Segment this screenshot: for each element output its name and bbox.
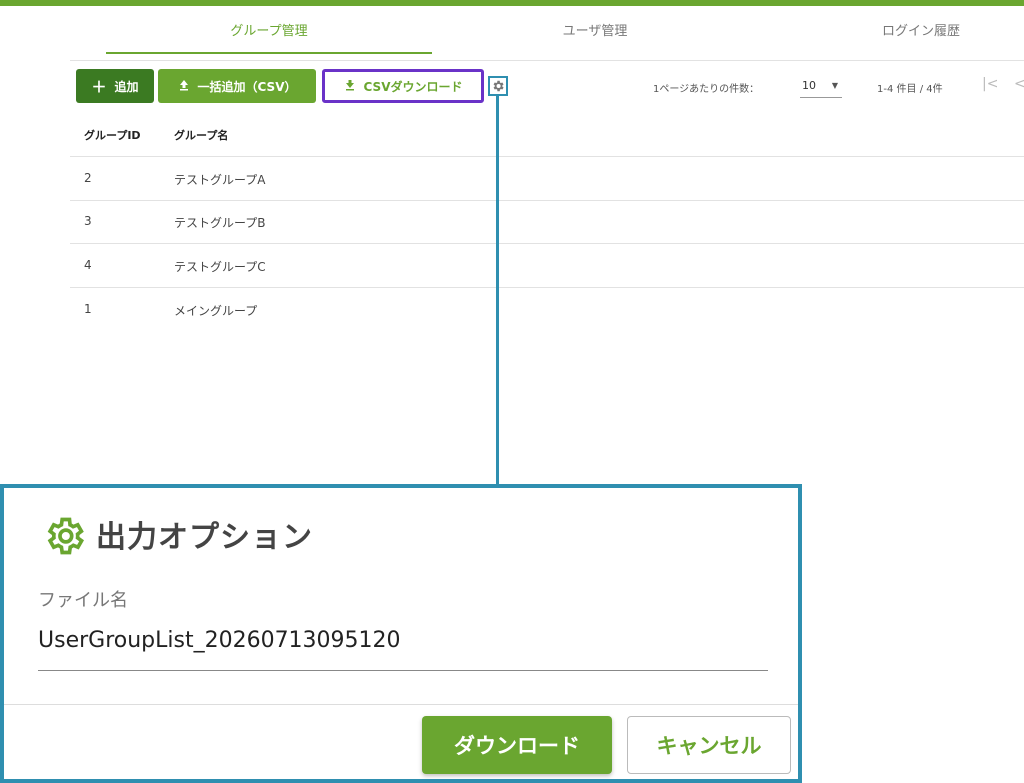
row-divider [70, 287, 1024, 288]
tab-group-management[interactable]: グループ管理 [106, 12, 432, 52]
table-row-name[interactable]: テストグループC [174, 258, 266, 275]
table-row-id: 3 [84, 214, 92, 228]
tab-bar: グループ管理 ユーザ管理 ログイン履歴 [0, 6, 1024, 62]
bulk-add-csv-button[interactable]: 一括追加（CSV） [158, 69, 316, 103]
download-icon [344, 79, 356, 94]
column-header-group-id[interactable]: グループID [84, 127, 141, 143]
file-name-input[interactable]: UserGroupList_20260713095120 [38, 628, 401, 653]
table-row-name[interactable]: テストグループA [174, 171, 266, 188]
per-page-label: 1ページあたりの件数： [653, 84, 760, 95]
table-row-id: 2 [84, 171, 92, 185]
pager-range: 1-4 件目 / 4件 [877, 84, 943, 95]
row-divider [70, 200, 1024, 201]
cancel-button[interactable]: キャンセル [627, 716, 791, 774]
dialog-footer-divider [4, 704, 798, 705]
per-page-value: 10 [802, 79, 816, 92]
file-name-label: ファイル名 [38, 590, 128, 611]
download-button[interactable]: ダウンロード [422, 716, 612, 774]
csv-download-button[interactable]: CSVダウンロード [322, 69, 484, 103]
csv-download-label: CSVダウンロード [363, 79, 463, 94]
output-options-gear-button[interactable] [488, 76, 508, 96]
output-options-dialog: 出力オプション ファイル名 UserGroupList_202607130951… [0, 484, 802, 783]
file-name-underline [38, 670, 768, 671]
plus-icon: ＋ [91, 77, 107, 96]
table-row-name[interactable]: メイングループ [174, 302, 257, 319]
add-button[interactable]: ＋ 追加 [76, 69, 154, 103]
row-divider [70, 243, 1024, 244]
caret-down-icon: ▼ [831, 81, 838, 90]
table-row-name[interactable]: テストグループB [174, 214, 266, 231]
gear-icon [493, 80, 504, 92]
first-page-icon[interactable]: |< [982, 76, 998, 92]
tab-login-history[interactable]: ログイン履歴 [758, 12, 1024, 52]
per-page-select[interactable]: 10 ▼ [800, 74, 842, 98]
callout-connector-line [496, 96, 499, 486]
tab-user-management[interactable]: ユーザ管理 [432, 12, 758, 52]
gear-icon [47, 517, 85, 555]
bulk-add-label: 一括追加（CSV） [197, 79, 297, 94]
upload-icon [178, 79, 190, 94]
table-row-id: 4 [84, 258, 92, 272]
column-header-group-name[interactable]: グループ名 [174, 127, 228, 143]
prev-page-icon[interactable]: < [1014, 76, 1024, 92]
tabs-divider [70, 60, 1024, 61]
add-button-label: 追加 [114, 79, 139, 94]
table-row-id: 1 [84, 302, 92, 316]
dialog-title: 出力オプション [96, 520, 313, 555]
table-header-divider [70, 156, 1024, 157]
active-tab-indicator [106, 52, 432, 54]
